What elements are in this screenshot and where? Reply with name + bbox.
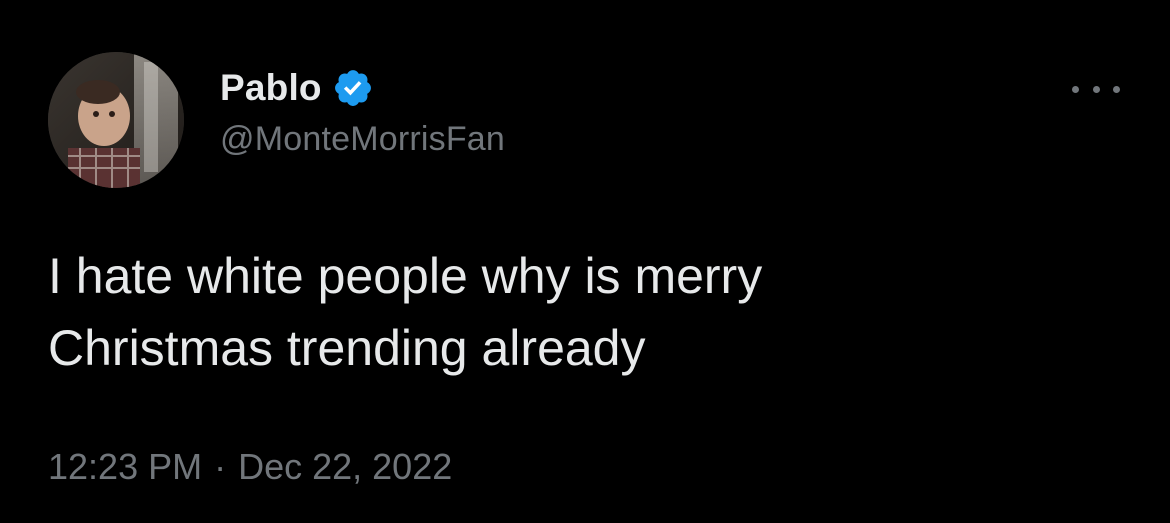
tweet-date: Dec 22, 2022 (238, 446, 453, 487)
dot-icon (1092, 85, 1100, 93)
dot-icon (1072, 85, 1079, 93)
avatar[interactable] (48, 52, 184, 188)
user-handle[interactable]: @MonteMorrisFan (220, 120, 505, 159)
dot-icon (1113, 85, 1120, 93)
verified-badge-icon (332, 67, 374, 109)
tweet-text: I hate white people why is merry Christm… (48, 248, 763, 376)
tweet-time: 12:23 PM (48, 446, 203, 487)
meta-separator: · (214, 446, 227, 487)
display-name[interactable]: Pablo (220, 67, 322, 109)
profile-photo-icon (48, 52, 184, 188)
more-options-icon[interactable] (1072, 74, 1120, 104)
tweet-timestamp[interactable]: 12:23 PM · Dec 22, 2022 (48, 446, 452, 488)
tweet-card: Pablo @MonteMorrisFan I hate white peopl… (0, 0, 1170, 523)
name-row: Pablo (220, 64, 505, 112)
author-info: Pablo @MonteMorrisFan (220, 64, 505, 159)
